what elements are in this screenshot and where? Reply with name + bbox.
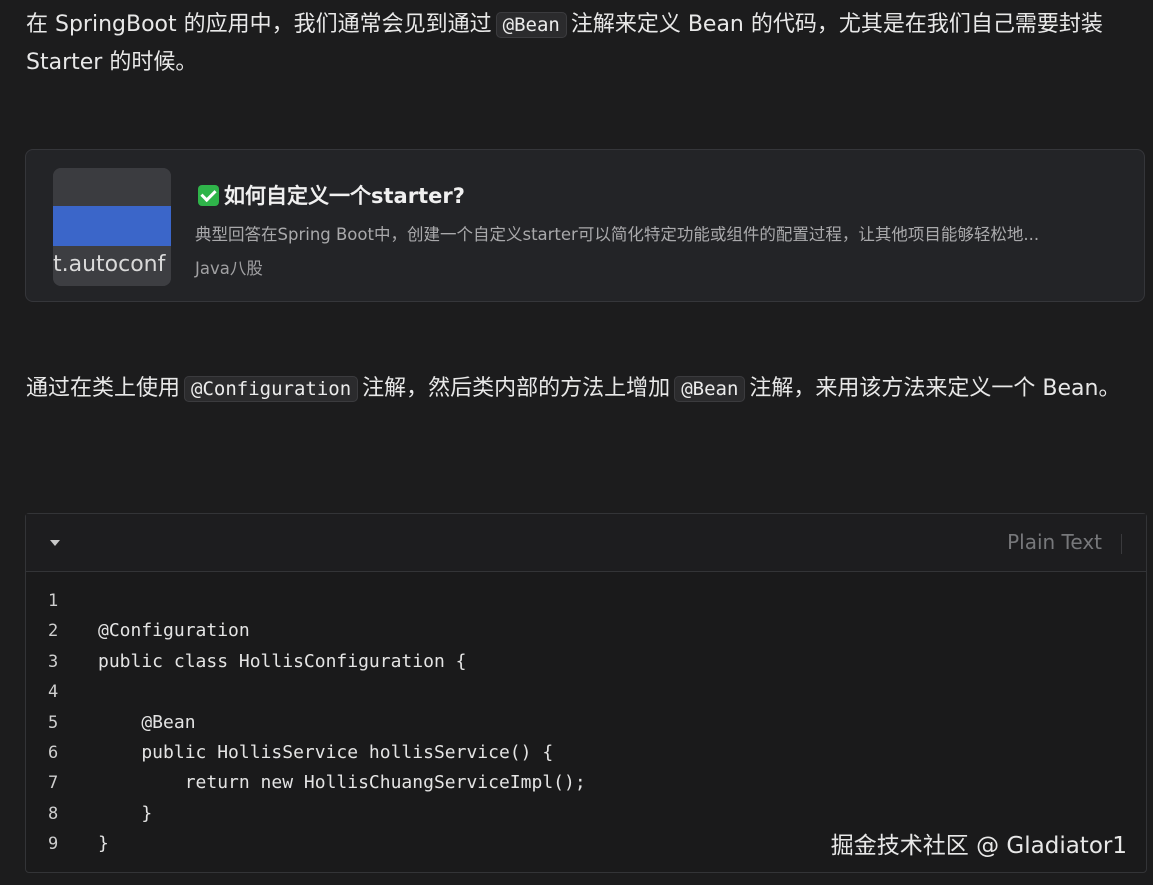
line-content: return new HollisChuangServiceImpl(); (98, 772, 586, 794)
card-title-text: 如何自定义一个starter? (224, 184, 465, 208)
line-number: 6 (48, 742, 59, 763)
header-divider (1121, 534, 1122, 554)
watermark: 掘金技术社区 @ Gladiator1 (830, 833, 1127, 859)
language-selector[interactable]: Plain Text (1007, 530, 1102, 554)
config-paragraph: 通过在类上使用 @Configuration 注解，然后类内部的方法上增加 @Bean… (26, 370, 1136, 408)
config-text-middle: 注解，然后类内部的方法上增加 (362, 376, 671, 401)
line-number: 2 (48, 621, 59, 642)
check-icon (198, 184, 219, 206)
config-text-after: 注解，来用该方法来定义一个 Bean。 (749, 376, 1121, 401)
line-number: 7 (48, 773, 59, 794)
card-title[interactable]: 如何自定义一个starter? (198, 180, 465, 210)
code-line: 5 @Bean (26, 708, 1146, 738)
code-line: 3 public class HollisConfiguration { (26, 647, 1146, 677)
line-content: public class HollisConfiguration { (98, 650, 467, 672)
code-block-header: Plain Text (26, 514, 1146, 572)
card-thumbnail: t.autoconf (53, 168, 171, 286)
code-line: 2 @Configuration (26, 616, 1146, 646)
inline-code-bean: @Bean (495, 12, 567, 38)
line-content: } (98, 833, 109, 855)
line-content: } (98, 802, 153, 824)
line-number: 3 (48, 651, 59, 672)
line-content: @Configuration (98, 620, 250, 642)
link-card[interactable]: t.autoconf 如何自定义一个starter? 典型回答在Spring B… (25, 149, 1145, 302)
line-number: 8 (48, 803, 59, 824)
inline-code-configuration: @Configuration (184, 376, 359, 402)
code-body[interactable]: 1 2 @Configuration 3 public class HollisConf… (26, 586, 1146, 860)
code-line: 6 public HollisService hollisService() { (26, 738, 1146, 768)
line-content: @Bean (98, 711, 196, 733)
thumbnail-text: t.autoconf (53, 252, 166, 277)
line-content: public HollisService hollisService() { (98, 741, 554, 763)
code-line: 4 (26, 677, 1146, 707)
line-number: 9 (48, 834, 59, 855)
intro-text-before: 在 SpringBoot 的应用中，我们通常会见到通过 (26, 12, 492, 37)
line-number: 4 (48, 682, 59, 703)
line-number: 5 (48, 712, 59, 733)
code-line: 8 } (26, 799, 1146, 829)
collapse-caret-icon[interactable] (50, 540, 60, 546)
card-description: 典型回答在Spring Boot中，创建一个自定义starter可以简化特定功能… (195, 225, 1040, 244)
intro-paragraph: 在 SpringBoot 的应用中，我们通常会见到通过 @Bean 注解来定义 Be… (26, 6, 1136, 82)
card-source: Java八股 (195, 259, 263, 278)
config-text-before: 通过在类上使用 (26, 376, 181, 401)
code-line: 1 (26, 586, 1146, 616)
line-number: 1 (48, 591, 59, 611)
code-line: 7 return new HollisChuangServiceImpl(); (26, 768, 1146, 798)
article-page: 在 SpringBoot 的应用中，我们通常会见到通过 @Bean 注解来定义 Be… (0, 0, 1153, 885)
code-block: Plain Text 1 2 @Configuration 3 public class… (25, 513, 1147, 873)
inline-code-bean-2: @Bean (674, 376, 746, 402)
